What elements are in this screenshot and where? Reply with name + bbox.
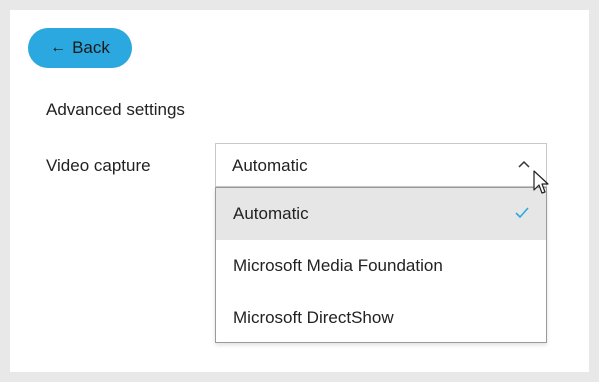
back-button-label: Back [72,38,110,57]
chevron-up-icon [518,160,530,168]
mouse-cursor-icon [533,170,549,194]
option-automatic[interactable]: Automatic [216,188,546,240]
section-title: Advanced settings [46,100,185,119]
option-label: Microsoft DirectShow [233,308,394,327]
video-capture-selected-value: Automatic [232,156,308,175]
arrow-left-icon: ← [50,39,67,56]
video-capture-label: Video capture [46,156,151,175]
settings-panel: ← Back Advanced settings Video capture A… [10,10,589,372]
video-capture-select[interactable]: Automatic [215,143,547,187]
option-label: Microsoft Media Foundation [233,256,443,275]
back-button[interactable]: ← Back [28,28,132,68]
option-microsoft-media-foundation[interactable]: Microsoft Media Foundation [216,240,546,292]
option-microsoft-directshow[interactable]: Microsoft DirectShow [216,292,546,344]
option-label: Automatic [233,204,309,223]
video-capture-dropdown: Automatic Microsoft Media Foundation Mic… [215,187,547,343]
check-icon [515,207,529,219]
